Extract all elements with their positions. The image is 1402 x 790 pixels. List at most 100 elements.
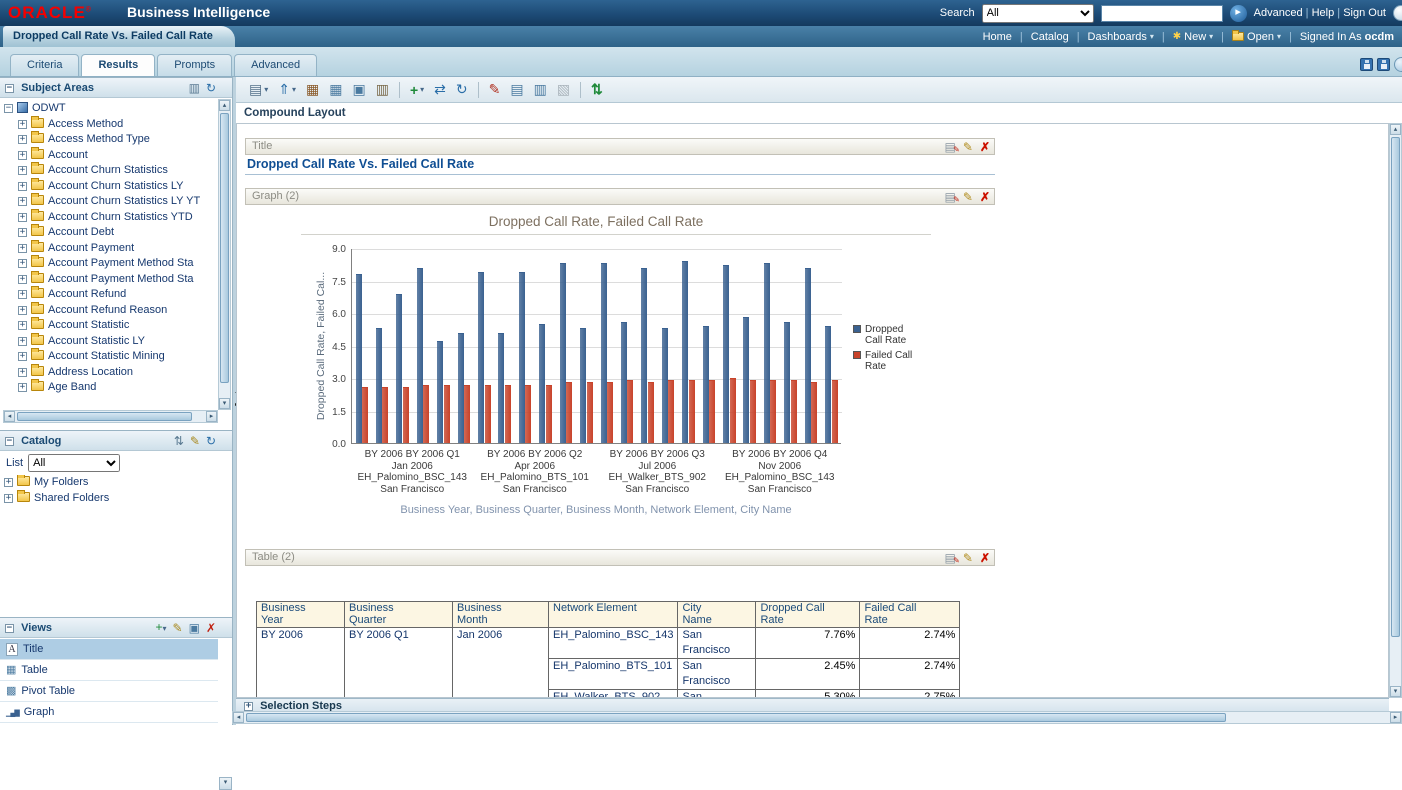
expand-icon[interactable]: +	[18, 352, 27, 361]
edit-filters-icon[interactable]: ▦	[301, 78, 324, 102]
failed-call-rate-bar[interactable]	[464, 385, 470, 444]
expand-icon[interactable]: +	[18, 259, 27, 268]
print-icon[interactable]: ▤▾	[244, 78, 273, 102]
refresh-icon[interactable]: ↻	[206, 431, 216, 451]
expand-icon[interactable]: +	[4, 478, 13, 487]
scroll-up-icon[interactable]: ▴	[219, 100, 230, 111]
tree-item[interactable]: +Account Churn Statistics YTD	[0, 210, 218, 226]
open-link[interactable]: Open▾	[1232, 31, 1281, 43]
expand-icon[interactable]: +	[18, 290, 27, 299]
tree-item-root[interactable]: −ODWT	[0, 101, 218, 117]
tree-item[interactable]: +Account Payment Method Sta	[0, 256, 218, 272]
scroll-thumb[interactable]	[17, 412, 192, 421]
dropped-call-rate-bar[interactable]	[621, 322, 627, 443]
home-link[interactable]: Home	[983, 31, 1012, 43]
dropped-call-rate-bar[interactable]	[396, 294, 402, 444]
failed-call-rate-bar[interactable]	[770, 380, 776, 443]
bottom-hscrollbar[interactable]: ◂ ▸	[232, 711, 1402, 724]
scroll-down-icon[interactable]: ▾	[219, 398, 230, 409]
views-scroll-down-icon[interactable]: ▾	[219, 777, 232, 790]
main-vscrollbar[interactable]: ▴ ▾	[1389, 123, 1402, 698]
scroll-thumb[interactable]	[1391, 137, 1400, 637]
tree-item[interactable]: +Access Method	[0, 117, 218, 133]
new-view-icon[interactable]: +▾	[156, 617, 167, 639]
edit-disabled-icon[interactable]: ▧	[552, 78, 575, 102]
format-container-icon[interactable]: ▤✎	[945, 552, 956, 564]
catalog-folder-shared-folders[interactable]: +Shared Folders	[0, 491, 218, 507]
dropped-call-rate-bar[interactable]	[356, 274, 362, 443]
export-icon[interactable]: ⇑▾	[273, 78, 301, 102]
new-calculated-item-icon[interactable]: ▥	[529, 78, 552, 102]
active-document-tab[interactable]: Dropped Call Rate Vs. Failed Call Rate	[3, 26, 235, 47]
tree-item[interactable]: +Account Payment Method Sta	[0, 272, 218, 288]
catalog-list-select[interactable]: All	[28, 454, 120, 472]
failed-call-rate-bar[interactable]	[627, 380, 633, 443]
help-link[interactable]: Help	[1312, 7, 1335, 19]
failed-call-rate-bar[interactable]	[587, 382, 593, 443]
save-as-icon[interactable]	[1377, 58, 1390, 71]
views-item-title[interactable]: ATitle	[0, 639, 218, 660]
tab-criteria[interactable]: Criteria	[10, 54, 79, 76]
header-accessibility-icon[interactable]	[1393, 5, 1402, 21]
dropped-call-rate-bar[interactable]	[641, 268, 647, 444]
tree-item[interactable]: +Age Band	[0, 380, 218, 396]
collapse-icon[interactable]: −	[5, 84, 14, 93]
collapse-icon[interactable]: −	[4, 104, 13, 113]
failed-call-rate-bar[interactable]	[791, 380, 797, 443]
edit-view-icon[interactable]: ✎	[963, 191, 973, 203]
duplicate-view-icon[interactable]: ▣	[189, 618, 200, 638]
new-view-icon[interactable]: +▾	[405, 78, 429, 102]
tree-item[interactable]: +Account Churn Statistics LY YT	[0, 194, 218, 210]
save-icon[interactable]	[1360, 58, 1373, 71]
tab-prompts[interactable]: Prompts	[157, 54, 232, 76]
expand-tree-icon[interactable]: ⇅	[174, 431, 184, 451]
dropped-call-rate-bar[interactable]	[805, 268, 811, 444]
dropped-call-rate-bar[interactable]	[601, 263, 607, 443]
views-item-graph[interactable]: ▁▄▇Graph	[0, 702, 218, 723]
swap-layout-icon[interactable]: ⇄	[429, 78, 451, 102]
edit-icon[interactable]: ✎	[190, 431, 200, 451]
failed-call-rate-bar[interactable]	[362, 387, 368, 443]
expand-icon[interactable]: +	[244, 702, 253, 711]
remove-view-icon[interactable]: ✗	[980, 141, 990, 153]
dropped-call-rate-bar[interactable]	[498, 333, 504, 444]
dropped-call-rate-bar[interactable]	[560, 263, 566, 443]
expand-icon[interactable]: +	[18, 166, 27, 175]
search-input[interactable]	[1101, 5, 1223, 22]
copy-view-icon[interactable]: ▣	[347, 78, 370, 102]
subject-areas-vscrollbar[interactable]: ▴ ▾	[218, 99, 231, 410]
new-link[interactable]: ✱New▾	[1173, 31, 1213, 43]
expand-icon[interactable]: +	[18, 135, 27, 144]
expand-icon[interactable]: +	[18, 244, 27, 253]
catalog-folder-my-folders[interactable]: +My Folders	[0, 475, 218, 491]
paste-view-icon[interactable]: ▥	[371, 78, 394, 102]
failed-call-rate-bar[interactable]	[485, 385, 491, 444]
failed-call-rate-bar[interactable]	[546, 385, 552, 444]
dropped-call-rate-bar[interactable]	[764, 263, 770, 443]
catalog-panel-header[interactable]: − Catalog ⇅✎↻	[0, 430, 232, 451]
scroll-left-icon[interactable]: ◂	[4, 411, 15, 422]
failed-call-rate-bar[interactable]	[525, 385, 531, 444]
format-container-icon[interactable]: ▤✎	[945, 141, 956, 153]
refresh-results-icon[interactable]: ↻	[451, 78, 473, 102]
sort-icon[interactable]: ⇅	[586, 78, 608, 102]
delete-view-icon[interactable]: ✗	[206, 618, 216, 638]
collapse-icon[interactable]: −	[5, 437, 14, 446]
tree-item[interactable]: +Account Refund Reason	[0, 303, 218, 319]
failed-call-rate-bar[interactable]	[382, 387, 388, 443]
search-scope-select[interactable]: All	[982, 4, 1094, 23]
panes-icon[interactable]: ▥	[189, 78, 200, 98]
failed-call-rate-bar[interactable]	[444, 385, 450, 444]
expand-icon[interactable]: +	[18, 275, 27, 284]
tree-item[interactable]: +Account Statistic LY	[0, 334, 218, 350]
expand-icon[interactable]: +	[18, 306, 27, 315]
failed-call-rate-bar[interactable]	[566, 382, 572, 443]
dropped-call-rate-bar[interactable]	[723, 265, 729, 443]
dropped-call-rate-bar[interactable]	[580, 328, 586, 443]
new-group-icon[interactable]: ▤	[505, 78, 528, 102]
help-icon[interactable]	[1394, 57, 1402, 72]
failed-call-rate-bar[interactable]	[668, 380, 674, 443]
scroll-up-icon[interactable]: ▴	[1390, 124, 1401, 135]
dropped-call-rate-bar[interactable]	[376, 328, 382, 443]
scroll-down-icon[interactable]: ▾	[1390, 686, 1401, 697]
